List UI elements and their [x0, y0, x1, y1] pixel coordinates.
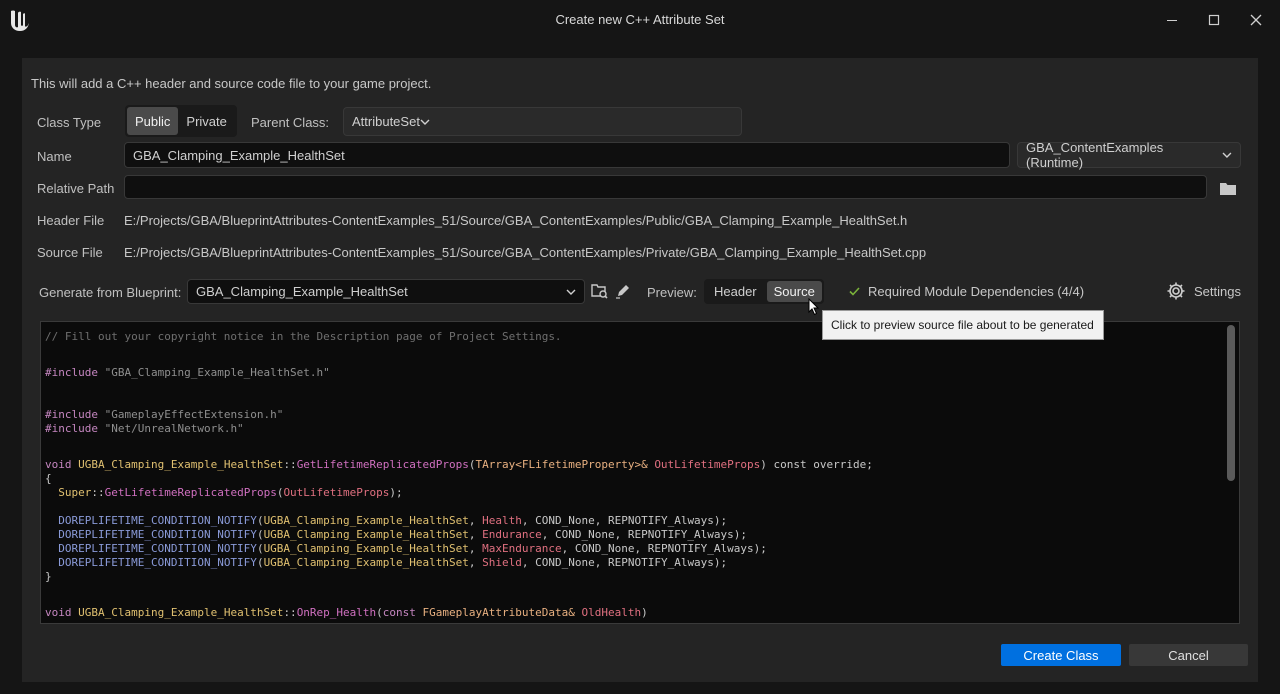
- folder-icon: [1220, 182, 1236, 195]
- dependencies-text: Required Module Dependencies (4/4): [868, 284, 1085, 299]
- name-input[interactable]: GBA_Clamping_Example_HealthSet: [124, 142, 1010, 168]
- browse-folder-button[interactable]: [1218, 178, 1238, 198]
- code-line: DOREPLIFETIME_CONDITION_NOTIFY(UGBA_Clam…: [58, 556, 728, 569]
- header-file-label: Header File: [37, 213, 105, 228]
- minimize-icon: [1167, 20, 1177, 21]
- chevron-down-icon: [420, 119, 430, 125]
- parent-class-dropdown[interactable]: AttributeSet: [343, 107, 742, 136]
- module-dropdown[interactable]: GBA_ContentExamples (Runtime): [1017, 140, 1241, 170]
- parent-class-value: AttributeSet: [352, 114, 420, 129]
- parent-class-label: Parent Class:: [251, 115, 330, 130]
- browse-asset-icon: [590, 284, 608, 299]
- code-line: #include "GBA_Clamping_Example_HealthSet…: [45, 366, 330, 379]
- maximize-button[interactable]: [1202, 8, 1226, 32]
- code-scrollbar[interactable]: [1227, 325, 1235, 481]
- preview-toggle: Header Source: [704, 279, 824, 304]
- blueprint-value: GBA_Clamping_Example_HealthSet: [196, 284, 408, 299]
- window-title: Create new C++ Attribute Set: [555, 12, 725, 27]
- pencil-icon: [616, 285, 629, 299]
- title-bar: Create new C++ Attribute Set: [0, 0, 1280, 40]
- settings-label: Settings: [1194, 283, 1241, 299]
- blueprint-dropdown[interactable]: GBA_Clamping_Example_HealthSet: [187, 279, 585, 304]
- name-label: Name: [37, 149, 72, 164]
- source-file-label: Source File: [37, 245, 103, 260]
- module-value: GBA_ContentExamples (Runtime): [1026, 140, 1164, 170]
- code-preview[interactable]: // Fill out your copyright notice in the…: [40, 321, 1240, 624]
- relative-path-input[interactable]: [124, 175, 1207, 199]
- code-line: }: [45, 570, 52, 583]
- class-type-toggle: Public Private: [125, 105, 237, 137]
- code-line: DOREPLIFETIME_CONDITION_NOTIFY(UGBA_Clam…: [58, 542, 767, 555]
- generate-label: Generate from Blueprint:: [39, 285, 182, 300]
- code-line: // Fill out your copyright notice in the…: [45, 330, 562, 343]
- edit-blueprint-button[interactable]: [613, 281, 633, 301]
- create-class-button[interactable]: Create Class: [1001, 644, 1121, 666]
- code-line: Super::GetLifetimeReplicatedProps(OutLif…: [58, 486, 403, 499]
- close-button[interactable]: [1244, 8, 1268, 32]
- code-line: {: [45, 472, 52, 485]
- header-file-path: E:/Projects/GBA/BlueprintAttributes-Cont…: [124, 213, 908, 228]
- gear-icon: [1167, 282, 1185, 300]
- name-input-value: GBA_Clamping_Example_HealthSet: [133, 147, 345, 163]
- check-icon: [849, 287, 860, 296]
- chevron-down-icon: [1222, 152, 1232, 158]
- class-type-label: Class Type: [37, 115, 102, 130]
- code-line: DOREPLIFETIME_CONDITION_NOTIFY(UGBA_Clam…: [58, 514, 728, 527]
- source-file-path: E:/Projects/GBA/BlueprintAttributes-Cont…: [124, 245, 927, 260]
- code-line: void UGBA_Clamping_Example_HealthSet::Ge…: [45, 458, 873, 471]
- code-line: #include "GameplayEffectExtension.h": [45, 408, 284, 421]
- preview-header-button[interactable]: Header: [704, 279, 767, 304]
- relative-path-label: Relative Path: [37, 181, 115, 196]
- source-preview-tooltip: Click to preview source file about to be…: [822, 310, 1104, 340]
- code-line: void UGBA_Clamping_Example_HealthSet::On…: [45, 606, 648, 619]
- source-code: // Fill out your copyright notice in the…: [45, 326, 873, 619]
- close-icon: [1250, 14, 1262, 26]
- minimize-button[interactable]: [1160, 8, 1184, 32]
- chevron-down-icon: [566, 289, 576, 295]
- module-dependencies-status: Required Module Dependencies (4/4): [849, 284, 1084, 299]
- cancel-button[interactable]: Cancel: [1129, 644, 1248, 666]
- mouse-cursor-icon: [808, 297, 820, 319]
- code-line: #include "Net/UnrealNetwork.h": [45, 422, 244, 435]
- class-type-private-button[interactable]: Private: [178, 107, 234, 135]
- preview-label: Preview:: [647, 285, 697, 300]
- browse-blueprint-button[interactable]: [589, 281, 609, 301]
- info-text: This will add a C++ header and source co…: [31, 76, 432, 91]
- settings-button[interactable]: Settings: [1166, 281, 1241, 301]
- class-type-public-button[interactable]: Public: [127, 107, 179, 135]
- code-line: DOREPLIFETIME_CONDITION_NOTIFY(UGBA_Clam…: [58, 528, 748, 541]
- maximize-icon: [1208, 14, 1220, 26]
